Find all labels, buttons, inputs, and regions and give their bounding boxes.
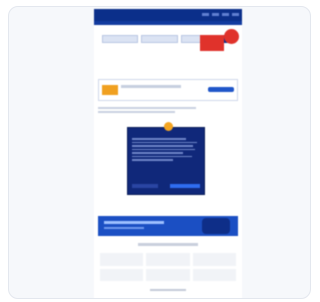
- consent-modal: [127, 127, 205, 195]
- footer-link[interactable]: [192, 253, 236, 266]
- award-seal-icon: [202, 218, 230, 234]
- modal-secondary-button[interactable]: [132, 184, 158, 188]
- promo-button[interactable]: [208, 87, 234, 92]
- footer-heading: [138, 243, 198, 246]
- hero-section: [94, 25, 242, 71]
- modal-area: [94, 119, 242, 209]
- footer-link[interactable]: [100, 268, 144, 281]
- nav-link[interactable]: [212, 13, 219, 16]
- footer-copyright: [150, 289, 186, 291]
- top-navigation: [94, 9, 242, 21]
- date-input[interactable]: [141, 35, 178, 43]
- promo-logo-icon: [102, 85, 118, 95]
- modal-body-text: [128, 136, 204, 165]
- promo-banner[interactable]: [98, 216, 238, 236]
- screenshot-card: [8, 6, 311, 299]
- banner-headline: [104, 221, 164, 224]
- nav-link[interactable]: [222, 13, 229, 16]
- modal-accept-button[interactable]: [170, 184, 200, 188]
- footer-link[interactable]: [146, 268, 190, 281]
- footer-link[interactable]: [146, 253, 190, 266]
- content-text: [98, 107, 238, 113]
- banner-subline: [104, 227, 144, 229]
- promo-card[interactable]: [98, 79, 238, 101]
- footer-link[interactable]: [100, 253, 144, 266]
- round-badge-icon: [224, 29, 239, 44]
- sale-badge[interactable]: [200, 35, 224, 51]
- destination-input[interactable]: [102, 35, 139, 43]
- nav-link[interactable]: [202, 13, 209, 16]
- modal-actions: [132, 184, 200, 188]
- nav-link[interactable]: [232, 13, 239, 16]
- promo-text: [121, 85, 181, 88]
- cursor-icon: [164, 122, 173, 131]
- footer-links: [100, 253, 236, 281]
- footer-link[interactable]: [192, 268, 236, 281]
- mobile-page: [94, 9, 242, 298]
- top-nav-links: [202, 13, 239, 16]
